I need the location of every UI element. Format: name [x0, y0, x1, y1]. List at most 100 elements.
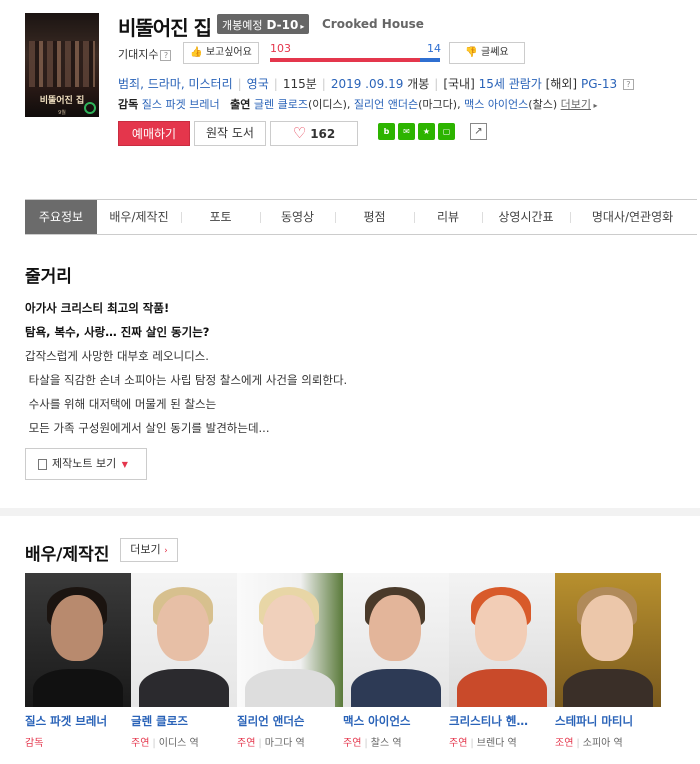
- cast-card[interactable]: 맥스 아이언스 주연 | 찰스 역: [343, 573, 449, 749]
- cast-name[interactable]: 크리스티나 헨…: [449, 713, 555, 729]
- tab-main-info[interactable]: 주요정보: [25, 200, 97, 234]
- help-icon[interactable]: ?: [160, 49, 172, 61]
- original-book-button[interactable]: 원작 도서: [194, 121, 266, 146]
- cast-role-1: (이디스),: [307, 98, 351, 111]
- cast-role: 주연 | 이디스 역: [131, 738, 199, 749]
- open-label: 개봉예정: [222, 19, 263, 32]
- tab-showtimes[interactable]: 상영시간표: [482, 200, 570, 234]
- thumbs-up-icon: 👍: [190, 47, 203, 58]
- chevron-right-icon: ▸: [591, 101, 598, 110]
- expect-bar-fill: [270, 58, 420, 62]
- rating-kr-label: [국내]: [443, 77, 475, 91]
- cast-character: 이디스 역: [158, 738, 199, 749]
- cast-card[interactable]: 크리스티나 헨… 주연 | 브렌다 역: [449, 573, 555, 749]
- poster-cast-image: [29, 41, 95, 87]
- movie-meta: 범죄, 드라마, 미스터리 | 영국 | 115분 | 2019 .09.19 개봉 | [국내…: [118, 75, 634, 92]
- cast-card[interactable]: 글렌 클로즈 주연 | 이디스 역: [131, 573, 237, 749]
- credits-more-link[interactable]: 더보기: [561, 98, 591, 111]
- cast-card[interactable]: 스테파니 마티니 조연 | 소피아 역: [555, 573, 661, 749]
- cast-name[interactable]: 맥스 아이언스: [343, 713, 449, 729]
- plot-line: 탐욕, 복수, 사랑… 진짜 살인 동기는?: [25, 325, 210, 339]
- like-count: 162: [310, 127, 336, 141]
- share-icon[interactable]: ↗: [470, 123, 487, 140]
- cast-role: 감독: [25, 734, 131, 749]
- rating-intl-label: [해외]: [545, 77, 578, 91]
- cast-link-1[interactable]: 글렌 클로즈: [254, 98, 308, 111]
- cast-role-type: 감독: [25, 738, 44, 749]
- want-to-see-button[interactable]: 👍 보고싶어요: [183, 42, 259, 64]
- release-suffix: 개봉: [407, 77, 430, 91]
- cast-role-type: 주연: [343, 738, 362, 749]
- cast-name[interactable]: 질리언 앤더슨: [237, 713, 343, 729]
- meh-button[interactable]: 👎 글쎄요: [449, 42, 525, 64]
- cast-photo[interactable]: [343, 573, 449, 707]
- cast-heading: 배우/제작진: [25, 545, 110, 565]
- movie-poster[interactable]: 비뚤어진 집 9월: [25, 13, 99, 117]
- tab-cast-crew[interactable]: 배우/제작진: [97, 200, 181, 234]
- chevron-right-icon: ▸: [300, 22, 305, 31]
- cast-character: 마그다 역: [264, 738, 305, 749]
- plot-line: 타살을 직감한 손녀 소피아는 사립 탐정 찰스에게 사건을 의뢰한다.: [25, 373, 348, 387]
- cast-character: 브렌다 역: [476, 738, 517, 749]
- production-note-button[interactable]: 제작노트 보기 ▼: [25, 448, 147, 480]
- reserve-button[interactable]: 예매하기: [118, 121, 190, 146]
- section-divider: [0, 508, 700, 516]
- rating-intl[interactable]: PG-13: [581, 77, 617, 91]
- movie-title: 비뚤어진 집: [118, 16, 212, 40]
- heart-icon: ♡: [292, 124, 307, 142]
- band-share-icon[interactable]: ✉: [398, 123, 415, 140]
- share-icons: b ✉ ★ ▢ ↗: [378, 123, 487, 140]
- bookmark-share-icon[interactable]: ★: [418, 123, 435, 140]
- cast-card[interactable]: 질리언 앤더슨 주연 | 마그다 역: [237, 573, 343, 749]
- want-to-see-label: 보고싶어요: [205, 47, 252, 58]
- thumbs-down-icon: 👎: [465, 47, 478, 58]
- meh-label: 글쎄요: [481, 47, 509, 58]
- expect-bar: [270, 58, 440, 62]
- help-icon[interactable]: ?: [622, 79, 634, 90]
- runtime: 115분: [282, 77, 317, 91]
- release-date-link[interactable]: 2019 .09.19: [331, 77, 404, 91]
- cast-name[interactable]: 질스 파겟 브레너: [25, 713, 131, 729]
- cast-label: 출연: [230, 98, 251, 111]
- plot-line: 아가사 크리스티 최고의 작품!: [25, 301, 170, 315]
- tab-rating[interactable]: 평점: [335, 200, 414, 234]
- production-note-label: 제작노트 보기: [52, 457, 117, 470]
- dday-label: D-10: [266, 18, 299, 32]
- movie-title-en: Crooked House: [322, 17, 424, 31]
- cast-link-2[interactable]: 질리언 앤더슨: [354, 98, 418, 111]
- cast-photo[interactable]: [555, 573, 661, 707]
- cast-role: 조연 | 소피아 역: [555, 738, 623, 749]
- tab-photo[interactable]: 포토: [181, 200, 260, 234]
- plot-line: 갑작스럽게 사망한 대부호 레오니디스.: [25, 349, 209, 363]
- tab-quotes-related[interactable]: 명대사/연관영화: [570, 200, 695, 234]
- tab-bar: 주요정보 배우/제작진 포토 동영상 평점 리뷰 상영시간표 명대사/연관영화: [25, 199, 697, 235]
- cast-role: 주연 | 마그다 역: [237, 738, 305, 749]
- blog-share-icon[interactable]: b: [378, 123, 395, 140]
- tab-review[interactable]: 리뷰: [414, 200, 482, 234]
- rating-kr[interactable]: 15세 관람가: [479, 77, 542, 91]
- magnifier-icon[interactable]: [84, 102, 96, 114]
- cast-more-label: 더보기: [130, 543, 161, 556]
- cast-card[interactable]: 질스 파겟 브레너 감독: [25, 573, 131, 749]
- plot-line: 모든 가족 구성원에게서 살인 동기를 발견하는데...: [25, 421, 270, 435]
- cast-link-3[interactable]: 맥스 아이언스: [464, 98, 528, 111]
- cafe-share-icon[interactable]: ▢: [438, 123, 455, 140]
- director-label: 감독: [118, 98, 139, 111]
- want-count: 103: [270, 42, 291, 55]
- cast-photo[interactable]: [237, 573, 343, 707]
- cast-name[interactable]: 글렌 클로즈: [131, 713, 237, 729]
- cast-character: 소피아 역: [582, 738, 623, 749]
- cast-list: 질스 파겟 브레너 감독 글렌 클로즈 주연 | 이디스 역 질리언 앤더슨 주연 |…: [25, 573, 661, 749]
- release-badge: 개봉예정 D-10 ▸: [217, 14, 310, 34]
- like-button[interactable]: ♡ 162: [270, 121, 358, 146]
- cast-name[interactable]: 스테파니 마티니: [555, 713, 661, 729]
- director-link[interactable]: 질스 파겟 브레너: [142, 98, 220, 111]
- genre-link[interactable]: 범죄, 드라마, 미스터리: [118, 77, 233, 91]
- cast-photo[interactable]: [449, 573, 555, 707]
- tab-video[interactable]: 동영상: [260, 200, 335, 234]
- country-link[interactable]: 영국: [247, 77, 269, 91]
- cast-photo[interactable]: [131, 573, 237, 707]
- document-icon: [38, 458, 47, 470]
- cast-more-button[interactable]: 더보기 ›: [120, 538, 178, 562]
- cast-photo[interactable]: [25, 573, 131, 707]
